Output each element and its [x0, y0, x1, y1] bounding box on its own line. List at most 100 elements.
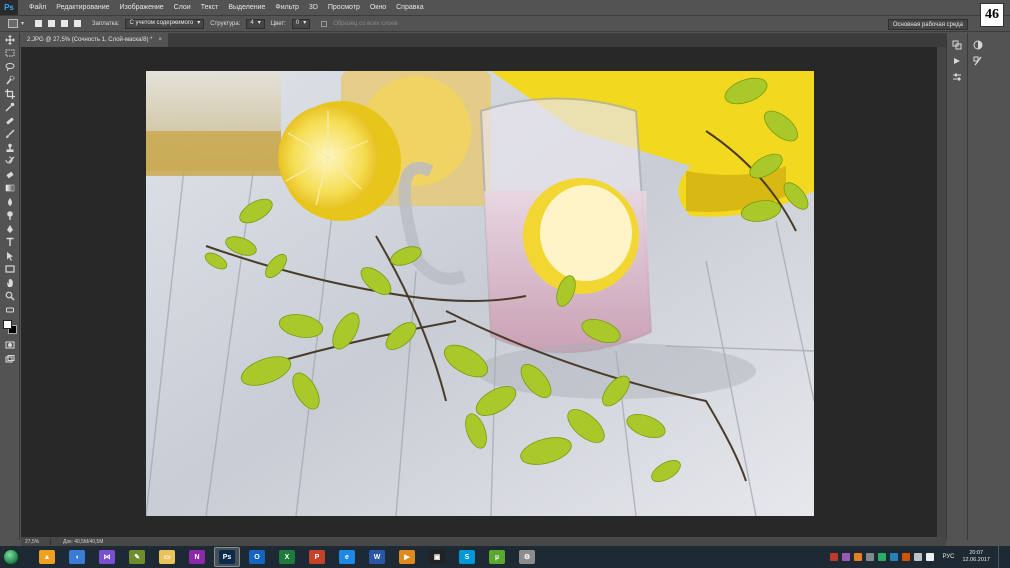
taskbar-onenote-button[interactable]: N	[184, 547, 210, 567]
crop-icon[interactable]	[0, 87, 20, 101]
menu-filter[interactable]: Фильтр	[270, 4, 304, 11]
taskbar-photoshop-button[interactable]: Ps	[214, 547, 240, 567]
quick-mask-icon[interactable]	[0, 339, 20, 353]
add-selection-icon[interactable]	[48, 20, 56, 27]
new-selection-icon[interactable]	[35, 20, 43, 27]
taskbar-aimp-button[interactable]: ▲	[34, 547, 60, 567]
menu-layers[interactable]: Слои	[169, 4, 196, 11]
volume-icon[interactable]	[926, 553, 935, 561]
show-desktop-button[interactable]	[998, 546, 1004, 568]
edit-toolbar-icon[interactable]	[0, 303, 20, 317]
taskbar-visual-studio-button[interactable]: ⋈	[94, 547, 120, 567]
tray-app-icon[interactable]	[830, 553, 839, 561]
taskbar-file-explorer-button[interactable]: ▭	[154, 547, 180, 567]
document-tab[interactable]: 2.JPG @ 27,5% (Сочность 1, Слой-маска/8)…	[21, 33, 168, 47]
properties-panel-icon[interactable]	[947, 69, 967, 85]
tray-app-icon[interactable]	[902, 553, 911, 561]
taskbar-excel-button[interactable]: X	[274, 547, 300, 567]
foreground-color-swatch[interactable]	[3, 319, 12, 329]
language-indicator[interactable]: РУС	[942, 554, 954, 560]
taskbar-apps: ▲ ◖ ⋈ ✎ ▭ N Ps O X Pe W ▶ ▣ Sµ ⚙	[32, 547, 542, 567]
menu-image[interactable]: Изображение	[115, 4, 169, 11]
menu-select[interactable]: Выделение	[223, 4, 270, 11]
start-button[interactable]	[0, 546, 22, 568]
tool-preset-icon[interactable]	[8, 19, 18, 28]
chevron-down-icon[interactable]: ▾	[21, 20, 24, 27]
close-icon[interactable]: ×	[158, 33, 162, 47]
tray-app-icon[interactable]	[842, 553, 851, 561]
taskbar-utorrent-button[interactable]: µ	[484, 547, 510, 567]
workspace-select[interactable]: Основная рабочая среда	[887, 19, 968, 30]
fill-select[interactable]: С учетом содержимого ▾	[125, 18, 205, 29]
windows-logo-icon	[3, 549, 19, 565]
bluetooth-icon[interactable]	[890, 553, 899, 561]
fill-value: С учетом содержимого	[129, 20, 194, 26]
taskbar-tool-button[interactable]: ⚙	[514, 547, 540, 567]
tray-app-icon[interactable]	[878, 553, 887, 561]
clock[interactable]: 20:07 12.06.2017	[962, 550, 990, 564]
move-icon[interactable]	[0, 33, 20, 47]
blur-icon[interactable]	[0, 195, 20, 209]
taskbar-skype-button[interactable]: S	[454, 547, 480, 567]
taskbar-outlook-button[interactable]: O	[244, 547, 270, 567]
document-size[interactable]: Док: 40,5M/40,5M	[51, 539, 103, 545]
taskbar-media-player-button[interactable]: ▶	[394, 547, 420, 567]
document-image[interactable]	[146, 71, 814, 516]
tray-app-icon[interactable]	[854, 553, 863, 561]
color-select[interactable]: 0 ▾	[291, 18, 311, 29]
menu-type[interactable]: Текст	[196, 4, 224, 11]
zoom-level[interactable]: 27,5%	[21, 538, 51, 545]
taskbar-notepad-button[interactable]: ✎	[124, 547, 150, 567]
panel-dock-secondary	[967, 33, 1010, 540]
network-icon[interactable]	[914, 553, 923, 561]
tools-panel	[0, 33, 20, 540]
hand-icon[interactable]	[0, 276, 20, 290]
lasso-icon[interactable]	[0, 60, 20, 74]
rectangle-icon[interactable]	[0, 263, 20, 277]
options-bar: ▾ Заплатка: С учетом содержимого ▾ Струк…	[0, 15, 1010, 32]
utorrent-icon: µ	[489, 550, 505, 564]
marquee-icon[interactable]	[0, 47, 20, 61]
taskbar-speaker-button[interactable]: ◖	[64, 547, 90, 567]
history-panel-icon[interactable]	[947, 37, 967, 53]
taskbar-word-button[interactable]: W	[364, 547, 390, 567]
vertical-scrollbar[interactable]	[937, 47, 946, 537]
menu-window[interactable]: Окно	[365, 4, 391, 11]
eraser-icon[interactable]	[0, 168, 20, 182]
canvas-area[interactable]	[21, 47, 937, 537]
actions-panel-icon[interactable]	[947, 53, 967, 69]
taskbar-internet-explorer-button[interactable]: e	[334, 547, 360, 567]
taskbar-terminal-button[interactable]: ▣	[424, 547, 450, 567]
photoshop-window: Ps Файл Редактирование Изображение Слои …	[0, 0, 1010, 568]
brush-icon[interactable]	[0, 128, 20, 142]
screen-mode-icon[interactable]	[0, 352, 20, 366]
menu-view[interactable]: Просмотр	[323, 4, 365, 11]
dodge-icon[interactable]	[0, 209, 20, 223]
clone-stamp-icon[interactable]	[0, 141, 20, 155]
menu-edit[interactable]: Редактирование	[51, 4, 114, 11]
adjustments-panel-icon[interactable]	[968, 53, 988, 69]
zoom-icon[interactable]	[0, 290, 20, 304]
path-select-icon[interactable]	[0, 249, 20, 263]
gradient-icon[interactable]	[0, 182, 20, 196]
healing-brush-icon[interactable]	[0, 114, 20, 128]
tray-app-icon[interactable]	[866, 553, 875, 561]
menu-file[interactable]: Файл	[24, 4, 51, 11]
menu-3d[interactable]: 3D	[304, 4, 323, 11]
sample-all-layers-checkbox[interactable]	[321, 20, 328, 27]
visual-studio-icon: ⋈	[99, 550, 115, 564]
eyedropper-icon[interactable]	[0, 101, 20, 115]
structure-select[interactable]: 4 ▾	[246, 18, 265, 29]
color-panel-icon[interactable]	[968, 37, 988, 53]
color-swatches[interactable]	[0, 317, 20, 339]
pen-icon[interactable]	[0, 222, 20, 236]
lemon-drink-photo	[146, 71, 814, 516]
taskbar-powerpoint-button[interactable]: P	[304, 547, 330, 567]
menu-help[interactable]: Справка	[391, 4, 428, 11]
type-icon[interactable]	[0, 236, 20, 250]
quick-select-icon[interactable]	[0, 74, 20, 88]
intersect-selection-icon[interactable]	[74, 20, 82, 27]
history-brush-icon[interactable]	[0, 155, 20, 169]
subtract-selection-icon[interactable]	[61, 20, 69, 27]
photoshop-logo-icon[interactable]: Ps	[0, 0, 18, 15]
